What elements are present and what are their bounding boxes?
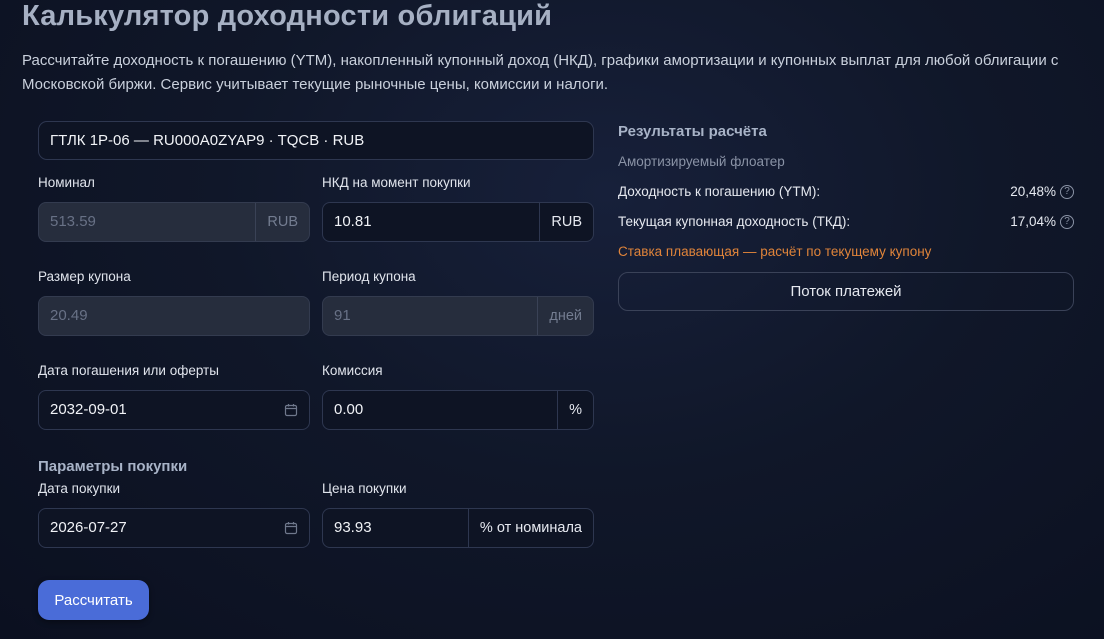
purchase-price-field[interactable]: 93.93 % от номинала <box>322 508 594 548</box>
coupon-size-field: 20.49 <box>38 296 310 336</box>
nominal-unit: RUB <box>255 203 309 241</box>
page-description: Рассчитайте доходность к погашению (YTM)… <box>22 52 1059 93</box>
bond-search-input[interactable]: ГТЛК 1Р-06 — RU000A0ZYAP9 · TQCB · RUB <box>38 121 594 160</box>
ytm-value: 20,48% <box>1010 184 1056 199</box>
nkd-unit: RUB <box>539 203 593 241</box>
purchase-section-title: Параметры покупки <box>38 458 188 475</box>
purchase-date-label: Дата покупки <box>38 481 121 496</box>
purchase-price-unit: % от номинала <box>467 509 593 547</box>
tkd-label: Текущая купонная доходность (ТКД): <box>618 214 851 229</box>
calculate-button[interactable]: Рассчитать <box>38 580 149 620</box>
coupon-period-field: 91 дней <box>322 296 594 336</box>
help-icon[interactable]: ? <box>1060 184 1074 199</box>
coupon-period-unit: дней <box>537 297 593 335</box>
calendar-icon[interactable] <box>273 391 309 429</box>
floating-rate-warning: Ставка плавающая — расчёт по текущему ку… <box>618 244 932 259</box>
payment-flow-button[interactable]: Поток платежей <box>618 272 1074 311</box>
commission-field[interactable]: 0.00 % <box>322 390 594 430</box>
results-title: Результаты расчёта <box>618 123 767 140</box>
nominal-field: 513.59 RUB <box>38 202 310 242</box>
ytm-row: Доходность к погашению (YTM): 20,48% ? <box>618 184 1074 199</box>
commission-value[interactable]: 0.00 <box>323 391 557 429</box>
purchase-date-field[interactable]: 2026-07-27 <box>38 508 310 548</box>
nkd-field[interactable]: 10.81 RUB <box>322 202 594 242</box>
purchase-price-value[interactable]: 93.93 <box>323 509 468 547</box>
nkd-label: НКД на момент покупки <box>322 175 471 190</box>
coupon-size-label: Размер купона <box>38 269 131 284</box>
calendar-icon[interactable] <box>273 509 309 547</box>
nkd-value[interactable]: 10.81 <box>323 203 539 241</box>
commission-label: Комиссия <box>322 363 383 378</box>
commission-unit: % <box>557 391 593 429</box>
tkd-row: Текущая купонная доходность (ТКД): 17,04… <box>618 214 1074 229</box>
bond-type: Амортизируемый флоатер <box>618 154 785 169</box>
coupon-size-value: 20.49 <box>50 307 88 324</box>
ytm-label: Доходность к погашению (YTM): <box>618 184 821 199</box>
coupon-period-value: 91 <box>334 307 351 324</box>
help-icon[interactable]: ? <box>1060 214 1074 229</box>
purchase-date-value[interactable]: 2026-07-27 <box>39 509 273 547</box>
nominal-label: Номинал <box>38 175 95 190</box>
coupon-period-label: Период купона <box>322 269 416 284</box>
maturity-date-label: Дата погашения или оферты <box>38 363 219 378</box>
page-title: Калькулятор доходности облигаций <box>22 0 553 32</box>
maturity-date-value[interactable]: 2032-09-01 <box>39 391 273 429</box>
tkd-value: 17,04% <box>1010 214 1056 229</box>
purchase-price-label: Цена покупки <box>322 481 407 496</box>
nominal-value: 513.59 <box>50 213 96 230</box>
maturity-date-field[interactable]: 2032-09-01 <box>38 390 310 430</box>
